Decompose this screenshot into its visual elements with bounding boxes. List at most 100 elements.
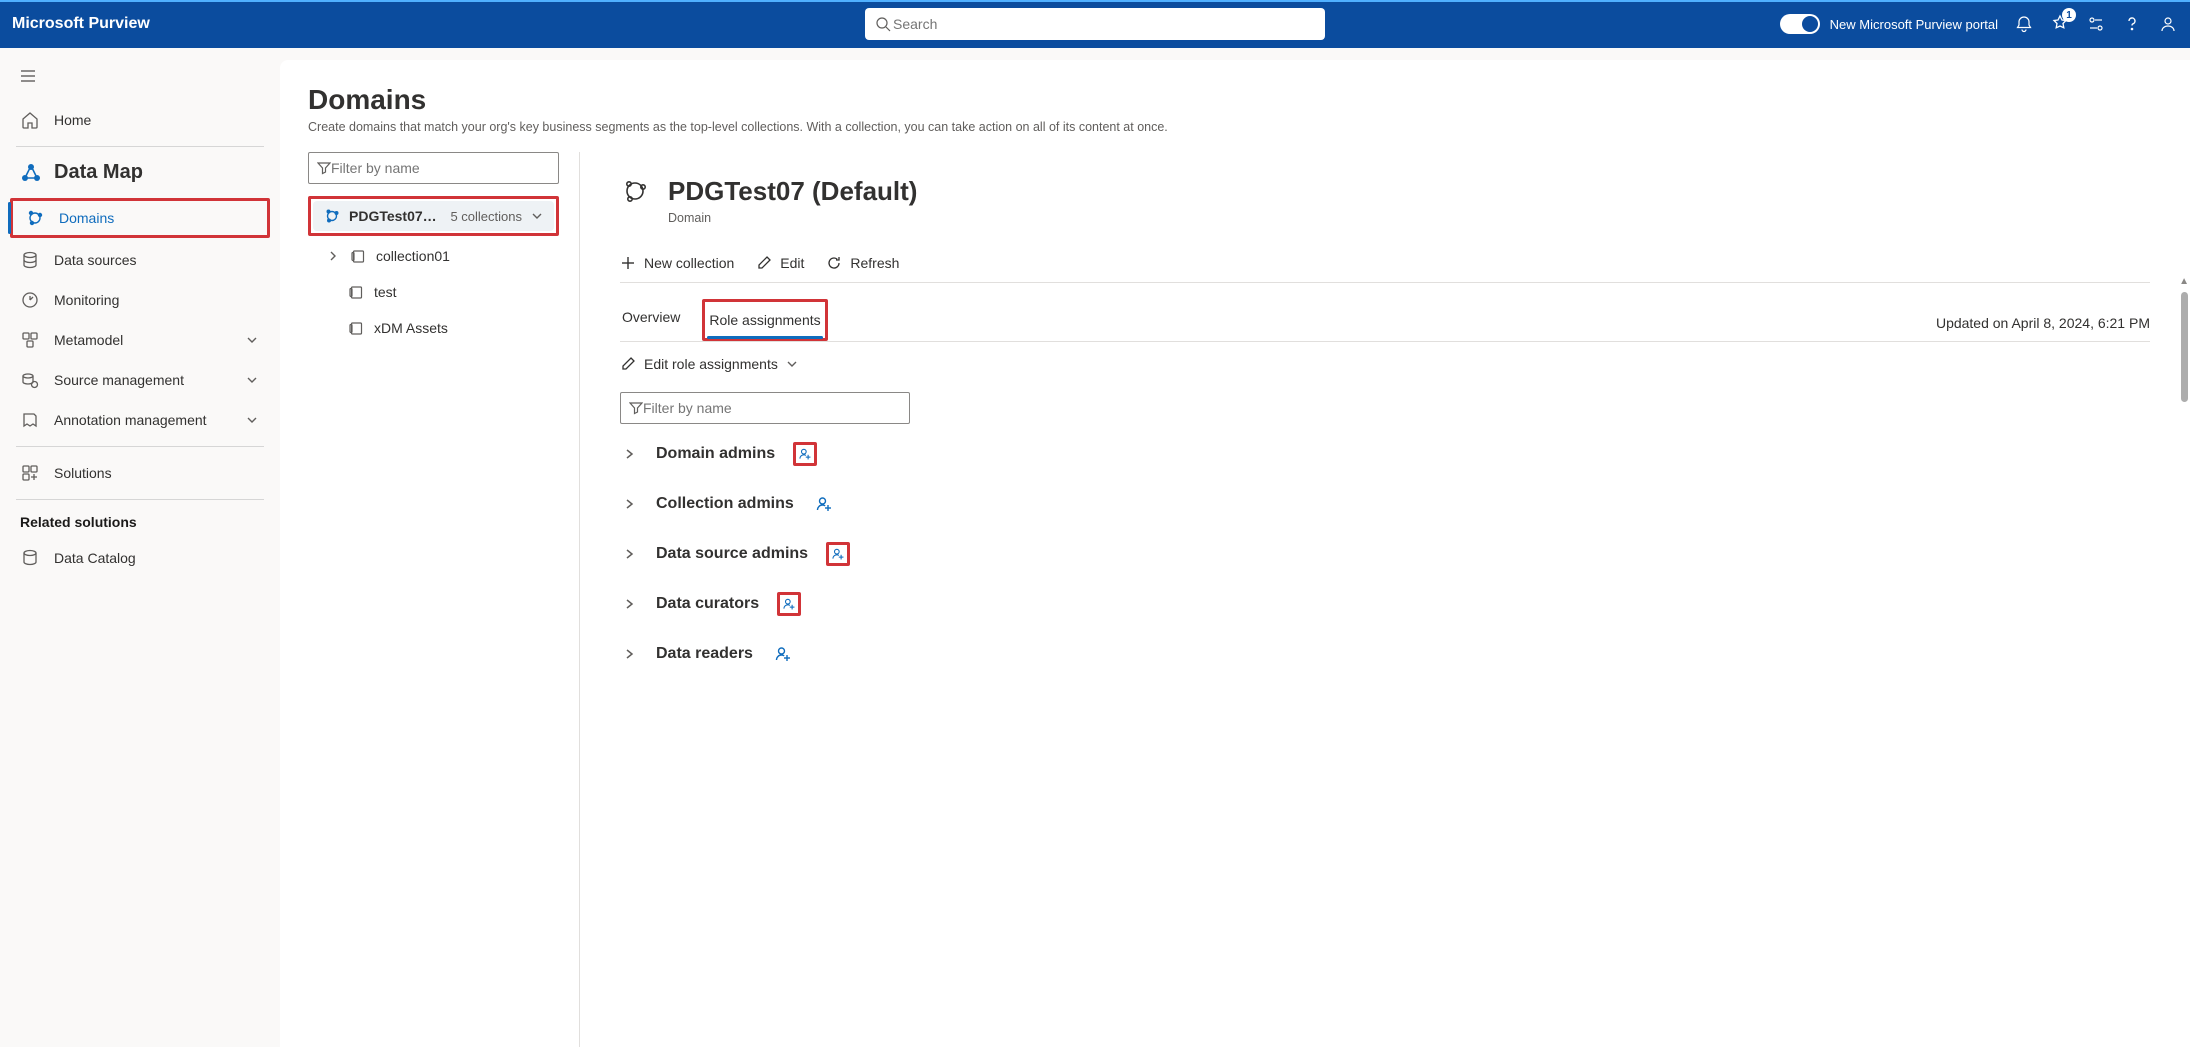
data-catalog-icon: [20, 548, 40, 568]
search-input[interactable]: [893, 16, 1317, 32]
collection-icon: [350, 248, 366, 264]
refresh-button[interactable]: Refresh: [826, 255, 899, 271]
nav-item-solutions[interactable]: Solutions: [8, 453, 272, 493]
role-label: Data source admins: [656, 545, 808, 563]
data-map-icon: [20, 162, 42, 184]
top-bar: Microsoft Purview New Microsoft Purview …: [0, 0, 2190, 48]
content-card: Domains Create domains that match your o…: [280, 60, 2190, 1047]
nav-item-label: Source management: [54, 372, 184, 388]
nav-item-label: Solutions: [54, 465, 112, 481]
scrollbar-thumb[interactable]: [2181, 292, 2188, 402]
chevron-down-icon: [786, 358, 798, 370]
add-person-icon[interactable]: [771, 642, 795, 666]
tree-root-wrap: PDGTest07 (De… 5 collections: [308, 196, 559, 236]
tree-root-label: PDGTest07 (De…: [349, 208, 438, 224]
detail-title: PDGTest07 (Default): [668, 176, 917, 207]
domain-icon: [323, 207, 341, 225]
role-label: Collection admins: [656, 495, 794, 513]
tree-item-label: xDM Assets: [374, 320, 448, 336]
chevron-down-icon: [244, 374, 260, 386]
role-filter-input[interactable]: [643, 400, 901, 416]
account-icon[interactable]: [2158, 14, 2178, 34]
command-bar: New collection Edit Refresh: [620, 243, 2150, 283]
tree-root-count: 5 collections: [450, 209, 522, 224]
diagnostics-icon[interactable]: 1: [2050, 14, 2070, 34]
notification-badge: 1: [2062, 8, 2076, 22]
nav-item-label: Metamodel: [54, 332, 123, 348]
global-search[interactable]: [865, 8, 1325, 40]
tree-item-label: collection01: [376, 248, 450, 264]
nav-item-label: Monitoring: [54, 292, 119, 308]
chevron-down-icon: [244, 414, 260, 426]
nav-item-metamodel[interactable]: Metamodel: [8, 320, 272, 360]
tree-filter[interactable]: [308, 152, 559, 184]
chevron-right-icon[interactable]: [620, 547, 638, 561]
nav-item-monitoring[interactable]: Monitoring: [8, 280, 272, 320]
role-row: Data source admins: [620, 542, 2150, 566]
role-filter[interactable]: [620, 392, 910, 424]
chevron-right-icon[interactable]: [620, 497, 638, 511]
edit-role-assignments-button[interactable]: Edit role assignments: [620, 342, 2150, 386]
tree-item-test[interactable]: test: [308, 276, 559, 308]
topbar-accent: [0, 0, 2190, 2]
new-portal-toggle[interactable]: [1780, 14, 1820, 34]
top-actions: New Microsoft Purview portal 1: [1780, 14, 2178, 34]
add-person-icon[interactable]: [812, 492, 836, 516]
nav-item-source-management[interactable]: Source management: [8, 360, 272, 400]
brand-title: Microsoft Purview: [12, 15, 150, 33]
add-person-icon[interactable]: [793, 442, 817, 466]
chevron-right-icon[interactable]: [620, 447, 638, 461]
role-list: Domain admins Collection admins Data sourc…: [620, 442, 2150, 666]
settings-icon[interactable]: [2086, 14, 2106, 34]
scroll-up-arrow-icon[interactable]: ▲: [2179, 276, 2189, 287]
cmd-label: Edit: [780, 255, 804, 271]
page-subtitle: Create domains that match your org's key…: [308, 120, 2190, 134]
edit-button[interactable]: Edit: [756, 255, 804, 271]
nav-item-domains-wrap: Domains: [8, 196, 272, 240]
tree-filter-input[interactable]: [331, 160, 550, 176]
add-person-icon[interactable]: [777, 592, 801, 616]
chevron-right-icon[interactable]: [620, 597, 638, 611]
role-row: Data curators: [620, 592, 2150, 616]
notifications-icon[interactable]: [2014, 14, 2034, 34]
updated-text: Updated on April 8, 2024, 6:21 PM: [1936, 315, 2150, 341]
tab-role-assignments[interactable]: Role assignments: [707, 302, 822, 338]
solutions-icon: [20, 463, 40, 483]
nav-separator: [16, 499, 264, 500]
tree-root[interactable]: PDGTest07 (De… 5 collections: [313, 201, 554, 231]
role-label: Domain admins: [656, 445, 775, 463]
nav-item-data-sources[interactable]: Data sources: [8, 240, 272, 280]
main: Domains Create domains that match your o…: [280, 48, 2190, 1047]
chevron-right-icon[interactable]: [326, 250, 340, 262]
detail-kind: Domain: [668, 211, 917, 225]
new-collection-button[interactable]: New collection: [620, 255, 734, 271]
nav-item-domains[interactable]: Domains: [10, 198, 270, 238]
metamodel-icon: [20, 330, 40, 350]
nav-home[interactable]: Home: [8, 100, 272, 140]
tab-overview[interactable]: Overview: [620, 299, 682, 341]
chevron-down-icon: [244, 334, 260, 346]
new-portal-label: New Microsoft Purview portal: [1830, 17, 1998, 32]
data-sources-icon: [20, 250, 40, 270]
tabs-row: Overview Role assignments Updated on Apr…: [620, 299, 2150, 342]
left-nav: Home Data Map Domains Data sources Moni: [0, 48, 280, 1047]
nav-item-annotation-management[interactable]: Annotation management: [8, 400, 272, 440]
hamburger-icon[interactable]: [8, 56, 48, 96]
chevron-right-icon[interactable]: [620, 647, 638, 661]
tab-role-assignments-wrap: Role assignments: [702, 299, 827, 341]
tree-item-label: test: [374, 284, 397, 300]
tree-item-xdm-assets[interactable]: xDM Assets: [308, 312, 559, 344]
nav-item-data-catalog[interactable]: Data Catalog: [8, 538, 272, 578]
nav-home-label: Home: [54, 112, 91, 128]
nav-related-header: Related solutions: [8, 506, 272, 538]
search-icon: [873, 14, 893, 34]
add-person-icon[interactable]: [826, 542, 850, 566]
source-management-icon: [20, 370, 40, 390]
help-icon[interactable]: [2122, 14, 2142, 34]
nav-item-label: Data Catalog: [54, 550, 136, 566]
role-label: Data curators: [656, 595, 759, 613]
tree-item-collection01[interactable]: collection01: [308, 240, 559, 272]
chevron-down-icon: [530, 209, 544, 223]
filter-icon: [629, 401, 643, 415]
nav-separator: [16, 446, 264, 447]
